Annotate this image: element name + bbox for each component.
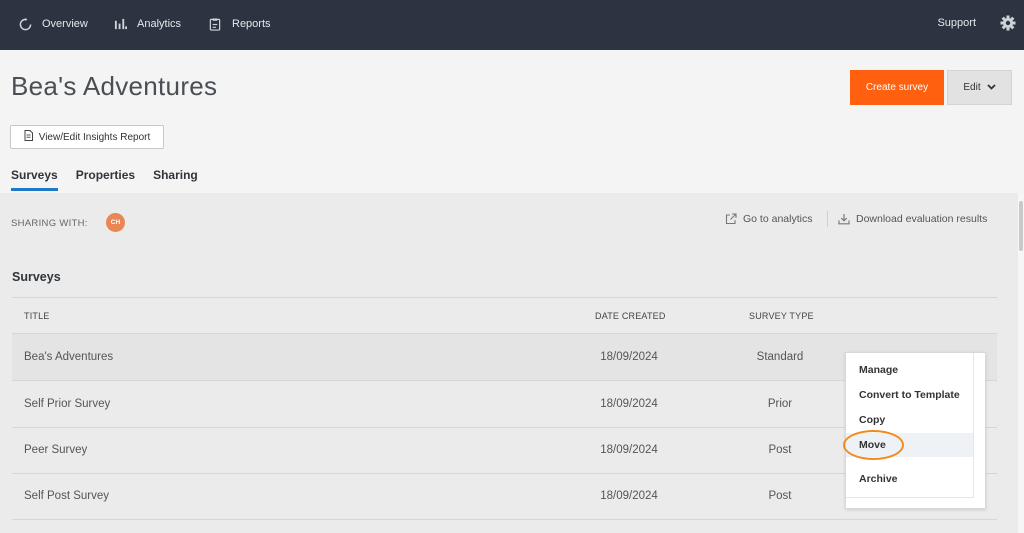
survey-title[interactable]: Bea's Adventures bbox=[24, 334, 113, 380]
menu-item-archive[interactable]: Archive bbox=[846, 467, 973, 491]
column-header-date[interactable]: DATE CREATED bbox=[595, 311, 666, 321]
edit-button-label: Edit bbox=[963, 82, 981, 93]
insights-report-button[interactable]: View/Edit Insights Report bbox=[10, 125, 164, 149]
menu-item-manage[interactable]: Manage bbox=[846, 358, 973, 382]
survey-title[interactable]: Self Post Survey bbox=[24, 473, 109, 519]
document-icon bbox=[24, 130, 33, 144]
menu-item-convert-to-template[interactable]: Convert to Template bbox=[846, 383, 973, 407]
surveys-section-title: Surveys bbox=[12, 270, 61, 284]
survey-title[interactable]: Peer Survey bbox=[24, 427, 87, 473]
edit-button[interactable]: Edit bbox=[947, 70, 1012, 105]
tab-sharing[interactable]: Sharing bbox=[153, 168, 198, 191]
nav-analytics[interactable]: Analytics bbox=[113, 17, 181, 31]
gear-icon[interactable] bbox=[1000, 15, 1016, 31]
column-header-title[interactable]: TITLE bbox=[24, 311, 50, 321]
nav-support[interactable]: Support bbox=[937, 17, 976, 29]
row-divider bbox=[12, 519, 997, 520]
nav-overview[interactable]: Overview bbox=[18, 17, 88, 31]
survey-type: Standard bbox=[756, 351, 804, 363]
download-results-link[interactable]: Download evaluation results bbox=[838, 213, 987, 225]
analytics-icon bbox=[113, 17, 127, 31]
menu-item-copy[interactable]: Copy bbox=[846, 408, 973, 432]
tab-properties[interactable]: Properties bbox=[76, 168, 135, 191]
survey-title[interactable]: Self Prior Survey bbox=[24, 381, 110, 427]
external-link-icon bbox=[725, 213, 737, 225]
survey-date: 18/09/2024 bbox=[600, 398, 658, 410]
download-icon bbox=[838, 213, 850, 225]
survey-date: 18/09/2024 bbox=[600, 490, 658, 502]
survey-date: 18/09/2024 bbox=[600, 444, 658, 456]
download-results-label: Download evaluation results bbox=[856, 213, 988, 225]
avatar[interactable]: CH bbox=[106, 213, 125, 232]
insights-report-label: View/Edit Insights Report bbox=[38, 131, 151, 143]
nav-overview-label: Overview bbox=[42, 18, 88, 30]
go-to-analytics-label: Go to analytics bbox=[743, 213, 813, 225]
sharing-with-label: SHARING WITH: bbox=[11, 218, 88, 229]
overview-icon bbox=[18, 17, 32, 31]
survey-date: 18/09/2024 bbox=[600, 351, 658, 363]
survey-type: Post bbox=[768, 444, 792, 456]
column-header-type[interactable]: SURVEY TYPE bbox=[749, 311, 814, 321]
create-survey-button[interactable]: Create survey bbox=[850, 70, 944, 105]
tab-surveys[interactable]: Surveys bbox=[11, 168, 58, 191]
nav-analytics-label: Analytics bbox=[137, 18, 182, 30]
move-highlight-ring bbox=[843, 430, 904, 460]
tab-bar: Surveys Properties Sharing bbox=[11, 168, 198, 191]
survey-type: Post bbox=[768, 490, 792, 502]
top-navbar: Overview Analytics Reports Support bbox=[0, 0, 1024, 50]
nav-reports-label: Reports bbox=[232, 18, 271, 30]
menu-inner-border bbox=[973, 353, 974, 497]
go-to-analytics-link[interactable]: Go to analytics bbox=[725, 213, 812, 225]
scrollbar[interactable] bbox=[1018, 193, 1024, 533]
section-divider bbox=[12, 297, 997, 298]
nav-reports[interactable]: Reports bbox=[208, 17, 271, 31]
scrollbar-thumb[interactable] bbox=[1019, 201, 1023, 251]
survey-type: Prior bbox=[767, 398, 793, 410]
menu-bottom-border bbox=[846, 497, 974, 498]
link-divider bbox=[827, 211, 828, 227]
chevron-down-icon bbox=[986, 82, 996, 93]
reports-icon bbox=[208, 17, 222, 31]
page-title: Bea's Adventures bbox=[11, 71, 218, 101]
